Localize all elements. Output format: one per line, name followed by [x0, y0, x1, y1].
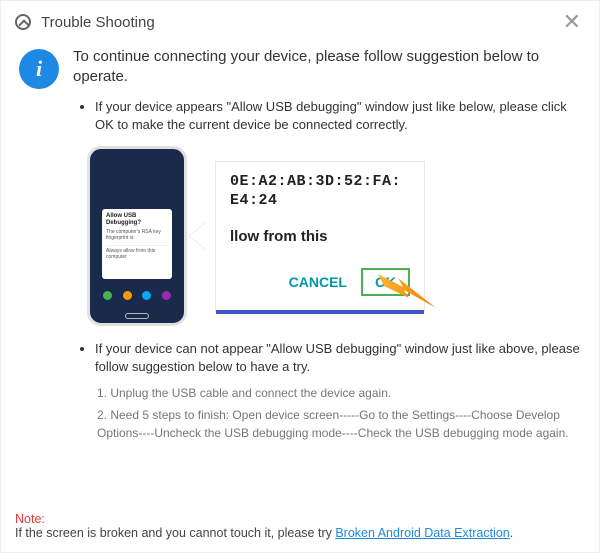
illustration: Allow USB Debugging? The computer's RSA … [87, 146, 581, 326]
mac-line-1: 0E:A2:AB:3D:52:FA: [230, 172, 414, 192]
refresh-icon [15, 14, 31, 30]
content: i To continue connecting your device, pl… [1, 41, 599, 456]
note-text: If the screen is broken and you cannot t… [15, 526, 335, 540]
note-label: Note: [15, 512, 45, 526]
step-1: 1. Unplug the USB cable and connect the … [97, 384, 581, 402]
close-icon[interactable]: ✕ [559, 11, 585, 33]
phone-mock: Allow USB Debugging? The computer's RSA … [87, 146, 187, 326]
headline: To continue connecting your device, plea… [73, 47, 581, 88]
instruction-list: If your device appears "Allow USB debugg… [73, 98, 581, 443]
instruction-2: If your device can not appear "Allow USB… [95, 340, 581, 442]
titlebar: Trouble Shooting ✕ [1, 1, 599, 41]
phone-dock [98, 289, 176, 303]
phone-dialog-title: Allow USB Debugging? [106, 213, 168, 227]
mac-line-2: E4:24 [230, 191, 414, 211]
note-link[interactable]: Broken Android Data Extraction [335, 526, 509, 540]
instruction-1-text: If your device appears "Allow USB debugg… [95, 99, 567, 132]
phone-dialog: Allow USB Debugging? The computer's RSA … [102, 209, 172, 279]
body: To continue connecting your device, plea… [73, 47, 581, 456]
step-2: 2. Need 5 steps to finish: Open device s… [97, 406, 581, 442]
phone-dialog-body: The computer's RSA key fingerprint is: [106, 229, 168, 241]
steps: 1. Unplug the USB cable and connect the … [95, 384, 581, 442]
info-icon: i [19, 49, 59, 89]
zoom-sub: llow from this [230, 227, 414, 247]
phone-dialog-always: Always allow from this computer [106, 245, 168, 260]
cancel-button[interactable]: CANCEL [289, 273, 347, 291]
note-suffix: . [510, 526, 513, 540]
note: Note: If the screen is broken and you ca… [15, 512, 585, 540]
instruction-2-text: If your device can not appear "Allow USB… [95, 341, 580, 374]
callout-arrow-icon [189, 222, 207, 250]
home-button-icon [125, 313, 149, 319]
window-title: Trouble Shooting [41, 14, 155, 31]
instruction-1: If your device appears "Allow USB debugg… [95, 98, 581, 326]
ok-button[interactable]: OK [361, 268, 410, 296]
zoom-panel: 0E:A2:AB:3D:52:FA: E4:24 llow from this … [215, 161, 425, 311]
